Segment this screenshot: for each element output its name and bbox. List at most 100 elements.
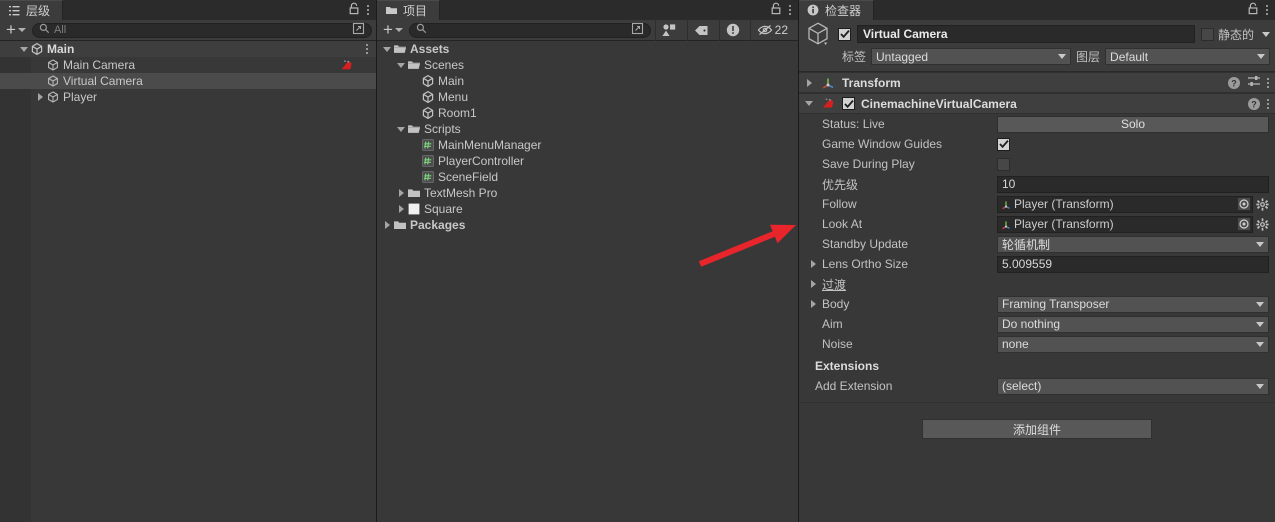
property-label-text: 优先级 <box>822 177 859 192</box>
property-row-save-during-play: Save During Play <box>799 154 1275 174</box>
project-add-button[interactable]: + <box>381 21 405 38</box>
add-extension-dropdown[interactable]: (select) <box>997 377 1269 395</box>
hierarchy-search-input[interactable]: All <box>31 22 372 38</box>
chevron-down-icon[interactable] <box>18 43 30 55</box>
static-toggle-group[interactable]: 静态的 <box>1200 26 1270 43</box>
lock-icon[interactable] <box>348 2 360 18</box>
hierarchy-item-main[interactable]: Main <box>0 41 376 57</box>
transform-foldout[interactable] <box>803 77 815 89</box>
hierarchy-item-main-camera[interactable]: Main Camera <box>0 57 376 73</box>
property-row-standby-update: Standby Update 轮循机制 <box>799 234 1275 254</box>
hierarchy-menu-icon[interactable] <box>367 5 369 15</box>
object-picker-icon[interactable] <box>1237 217 1251 231</box>
object-field-follow[interactable]: Player (Transform) <box>997 195 1253 213</box>
project-item-menu[interactable]: Menu <box>377 89 798 105</box>
solo-button[interactable]: Solo <box>997 115 1269 133</box>
preset-icon[interactable] <box>1247 74 1261 91</box>
gameobject-enabled-checkbox[interactable] <box>838 27 851 41</box>
static-checkbox[interactable] <box>1200 27 1214 41</box>
hierarchy-item-menu-icon[interactable] <box>366 44 368 54</box>
hidden-items-indicator[interactable]: 22 <box>749 19 794 41</box>
cinemachine-menu-icon[interactable] <box>1267 98 1269 109</box>
project-item-mainmenumanager[interactable]: MainMenuManager <box>377 137 798 153</box>
number-input-优先级[interactable]: 10 <box>997 175 1269 193</box>
dropdown-body[interactable]: Framing Transposer <box>997 295 1269 313</box>
hierarchy-item-player[interactable]: Player <box>0 89 376 105</box>
chevron-right-icon[interactable] <box>807 278 819 290</box>
chevron-right-icon[interactable] <box>395 203 407 215</box>
project-item-scenefield[interactable]: SceneField <box>377 169 798 185</box>
component-header-transform[interactable]: Transform ? <box>799 72 1275 93</box>
search-expand-icon[interactable] <box>631 22 644 38</box>
inspector-menu-icon[interactable] <box>1266 5 1268 15</box>
lock-icon[interactable] <box>770 2 782 18</box>
chevron-right-icon[interactable] <box>807 258 819 270</box>
hierarchy-add-button[interactable]: + <box>4 21 28 38</box>
project-item-label: Main <box>438 74 465 88</box>
type-filter-icon[interactable] <box>654 19 683 41</box>
help-icon[interactable]: ? <box>1247 97 1261 111</box>
inspector-panel: 检查器 Virtual Camera 静态的 标签 Untagged 图层 De… <box>799 0 1275 522</box>
tag-dropdown[interactable]: Untagged <box>871 48 1072 65</box>
svg-text:?: ? <box>1231 78 1237 88</box>
tabbar-spacer <box>874 0 1247 20</box>
tab-inspector[interactable]: 检查器 <box>799 0 875 20</box>
project-item-textmesh-pro[interactable]: TextMesh Pro <box>377 185 798 201</box>
hierarchy-item-label: Main <box>47 42 75 56</box>
component-header-cinemachinevirtualcamera[interactable]: CinemachineVirtualCamera ? <box>799 93 1275 114</box>
checkbox-game-window-guides[interactable] <box>997 137 1010 151</box>
project-item-playercontroller[interactable]: PlayerController <box>377 153 798 169</box>
add-component-area: 添加组件 <box>799 403 1275 439</box>
tab-hierarchy[interactable]: 层级 <box>0 0 64 20</box>
project-tree[interactable]: Assets Scenes Main Menu Room1 Scripts MainMenu… <box>377 41 798 522</box>
tab-project-label: 项目 <box>403 4 428 18</box>
chevron-right-icon[interactable] <box>381 219 393 231</box>
gear-icon[interactable] <box>1256 217 1269 231</box>
search-expand-icon[interactable] <box>352 22 365 38</box>
chevron-right-icon[interactable] <box>34 91 46 103</box>
lock-icon[interactable] <box>1247 2 1259 18</box>
hierarchy-item-virtual-camera[interactable]: Virtual Camera <box>0 73 376 89</box>
tab-project[interactable]: 项目 <box>377 0 441 20</box>
project-item-scripts[interactable]: Scripts <box>377 121 798 137</box>
project-item-main[interactable]: Main <box>377 73 798 89</box>
project-search-input[interactable] <box>408 22 651 38</box>
chevron-down-icon[interactable] <box>381 43 393 55</box>
project-menu-icon[interactable] <box>789 5 791 15</box>
project-item-square[interactable]: Square <box>377 201 798 217</box>
property-row-过渡: 过渡 <box>799 274 1275 294</box>
help-icon[interactable]: ? <box>1227 76 1241 90</box>
project-item-room1[interactable]: Room1 <box>377 105 798 121</box>
number-input-lens-ortho-size[interactable]: 5.009559 <box>997 255 1269 273</box>
chevron-down-icon[interactable] <box>395 59 407 71</box>
hierarchy-tree[interactable]: Main Main Camera Virtual Camera Player <box>0 41 376 522</box>
chevron-right-icon[interactable] <box>395 187 407 199</box>
hierarchy-item-label: Player <box>63 90 98 104</box>
label-filter-icon[interactable] <box>686 19 715 41</box>
transform-menu-icon[interactable] <box>1267 77 1269 88</box>
project-item-packages[interactable]: Packages <box>377 217 798 233</box>
cinemachine-foldout[interactable] <box>803 98 815 110</box>
dropdown-aim[interactable]: Do nothing <box>997 315 1269 333</box>
folder-open-icon <box>407 122 421 136</box>
gameobject-name-input[interactable]: Virtual Camera <box>857 25 1195 43</box>
add-component-button[interactable]: 添加组件 <box>922 419 1152 439</box>
project-item-assets[interactable]: Assets <box>377 41 798 57</box>
warning-filter-icon[interactable] <box>718 19 746 41</box>
foldout-spacer <box>409 139 421 151</box>
static-dropdown-arrow[interactable] <box>1262 31 1270 37</box>
unity-scene-icon <box>30 42 44 56</box>
search-icon <box>39 23 50 37</box>
gameobject-cube-icon <box>804 20 832 48</box>
object-field-look-at[interactable]: Player (Transform) <box>997 215 1253 233</box>
chevron-right-icon[interactable] <box>807 298 819 310</box>
checkbox-save-during-play[interactable] <box>997 157 1010 171</box>
project-item-scenes[interactable]: Scenes <box>377 57 798 73</box>
layer-dropdown[interactable]: Default <box>1105 48 1270 65</box>
object-picker-icon[interactable] <box>1237 197 1251 211</box>
chevron-down-icon[interactable] <box>395 123 407 135</box>
gear-icon[interactable] <box>1256 197 1269 211</box>
dropdown-standby-update[interactable]: 轮循机制 <box>997 235 1269 253</box>
cinemachine-enabled-checkbox[interactable] <box>842 97 855 110</box>
dropdown-noise[interactable]: none <box>997 335 1269 353</box>
